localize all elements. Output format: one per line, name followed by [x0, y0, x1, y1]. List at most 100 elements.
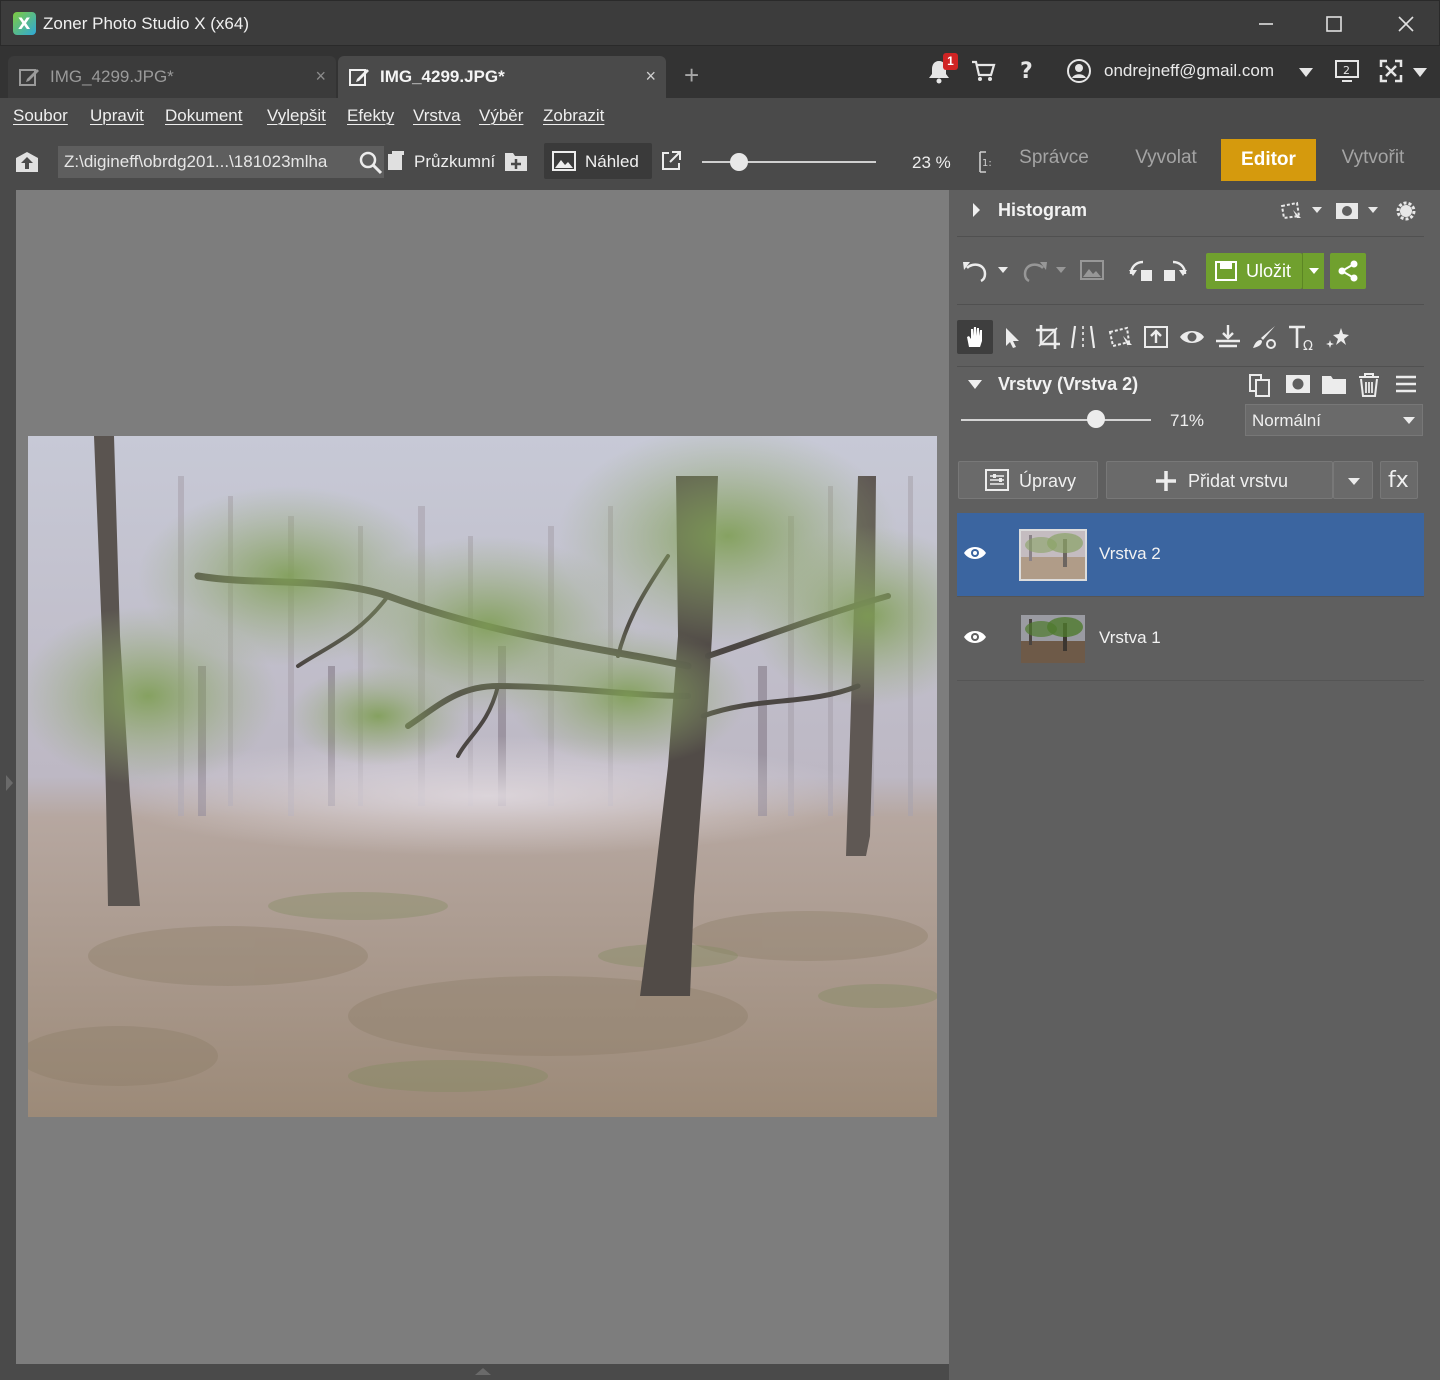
- menu-icon[interactable]: [1395, 374, 1417, 394]
- chevron-down-icon[interactable]: [997, 266, 1009, 274]
- save-label: Uložit: [1246, 261, 1292, 281]
- monitor-icon[interactable]: 2: [1334, 58, 1360, 84]
- close-window-button[interactable]: [1371, 1, 1440, 47]
- expand-bottom-icon[interactable]: [474, 1366, 492, 1376]
- user-icon[interactable]: [1066, 58, 1092, 84]
- document-tab[interactable]: IMG_4299.JPG* ×: [8, 56, 336, 98]
- visibility-eye-icon[interactable]: [963, 545, 987, 561]
- rotate-left-icon[interactable]: [1127, 258, 1155, 284]
- search-icon[interactable]: [358, 150, 384, 176]
- export-icon[interactable]: [1143, 324, 1169, 350]
- effects-icon[interactable]: [1325, 326, 1351, 350]
- rotate-right-icon[interactable]: [1161, 258, 1189, 284]
- menu-vylepsit[interactable]: Vylepšit: [267, 106, 326, 126]
- add-folder-icon[interactable]: [504, 150, 528, 172]
- tab-close-icon[interactable]: ×: [315, 66, 326, 87]
- add-layer-label: Přidat vrstvu: [1188, 471, 1289, 491]
- transform-icon[interactable]: [1107, 324, 1135, 350]
- opacity-slider-track[interactable]: [961, 419, 1151, 421]
- effects-fx-button[interactable]: fx: [1380, 461, 1418, 499]
- fx-label: fx: [1388, 468, 1409, 493]
- edited-photo[interactable]: [28, 436, 937, 1117]
- selection-mode-icon[interactable]: [1279, 200, 1303, 222]
- fullscreen-icon[interactable]: [1378, 58, 1404, 84]
- mode-tab-spravce[interactable]: Správce: [1008, 136, 1100, 180]
- mode-tab-editor[interactable]: Editor: [1221, 139, 1316, 181]
- save-button[interactable]: Uložit: [1206, 253, 1302, 289]
- opacity-slider-thumb[interactable]: [1086, 410, 1105, 428]
- save-options-dropdown[interactable]: [1302, 253, 1324, 289]
- path-input[interactable]: [58, 146, 384, 178]
- ratio-label: 1:: [982, 158, 992, 169]
- text-icon[interactable]: Ω: [1287, 324, 1317, 352]
- menu-vyber[interactable]: Výběr: [479, 106, 523, 126]
- toolbar: Průzkumní Náhled 23 % 1: Správce Vyvolat…: [0, 136, 1440, 190]
- layer-mask-icon[interactable]: [1285, 372, 1311, 396]
- menu-zobrazit[interactable]: Zobrazit: [543, 106, 604, 126]
- maximize-button[interactable]: [1299, 1, 1369, 47]
- collapse-layers-icon[interactable]: [967, 378, 983, 390]
- menu-soubor[interactable]: Soubor: [13, 106, 68, 126]
- hand-tool[interactable]: [957, 320, 993, 354]
- open-external-icon[interactable]: [660, 150, 682, 172]
- image-canvas[interactable]: [16, 190, 949, 1364]
- monitor-number: 2: [1343, 64, 1350, 77]
- zoom-value: 23 %: [912, 153, 951, 172]
- mask-icon[interactable]: [1335, 200, 1359, 222]
- expand-histogram-icon[interactable]: [971, 202, 981, 218]
- folder-browse-icon[interactable]: [386, 150, 406, 172]
- expand-left-icon[interactable]: [4, 774, 14, 792]
- mode-tab-vytvorit[interactable]: Vytvořit: [1326, 136, 1420, 180]
- add-layer-button[interactable]: Přidat vrstvu: [1106, 461, 1333, 499]
- zoom-slider-track[interactable]: [702, 161, 876, 163]
- undo-icon[interactable]: [961, 258, 989, 284]
- document-tab-active[interactable]: IMG_4299.JPG* ×: [338, 56, 666, 98]
- new-tab-button[interactable]: +: [684, 60, 699, 91]
- panel-separator: [957, 304, 1424, 305]
- chevron-down-icon: [1056, 267, 1066, 273]
- level-icon[interactable]: [1215, 324, 1241, 350]
- menu-efekty[interactable]: Efekty: [347, 106, 394, 126]
- duplicate-layer-icon[interactable]: [1247, 372, 1273, 398]
- tab-close-icon[interactable]: ×: [645, 66, 656, 87]
- pointer-icon[interactable]: [1001, 326, 1023, 350]
- trash-icon[interactable]: [1357, 372, 1381, 398]
- menu-vrstva[interactable]: Vrstva: [413, 106, 461, 126]
- layer-group-icon[interactable]: [1321, 372, 1347, 396]
- chevron-down-icon[interactable]: [1367, 206, 1379, 214]
- preview-button[interactable]: Náhled: [544, 143, 652, 179]
- histogram-title[interactable]: Histogram: [998, 200, 1087, 221]
- help-icon[interactable]: ?: [1016, 58, 1038, 84]
- menu-upravit[interactable]: Upravit: [90, 106, 144, 126]
- chevron-down-icon[interactable]: [1298, 66, 1314, 78]
- zoom-slider-thumb[interactable]: [730, 153, 748, 171]
- chevron-down-icon[interactable]: [1311, 206, 1323, 214]
- red-eye-icon[interactable]: [1179, 324, 1205, 350]
- app-title: Zoner Photo Studio X (x64): [43, 14, 250, 33]
- crop-icon[interactable]: [1035, 324, 1061, 350]
- settings-gear-icon[interactable]: [1393, 198, 1419, 224]
- add-layer-dropdown[interactable]: [1333, 461, 1373, 499]
- plus-icon: [1156, 471, 1176, 491]
- actual-size-icon[interactable]: 1:: [978, 150, 994, 174]
- share-button[interactable]: [1330, 253, 1366, 289]
- adjustments-button[interactable]: Úpravy: [958, 461, 1098, 499]
- user-email[interactable]: ondrejneff@gmail.com: [1104, 61, 1274, 81]
- explorer-label[interactable]: Průzkumní: [414, 152, 495, 172]
- visibility-eye-icon[interactable]: [963, 629, 987, 645]
- minimize-button[interactable]: [1231, 1, 1301, 47]
- blend-mode-select[interactable]: Normální: [1245, 404, 1423, 436]
- layer-row-vrstva-1[interactable]: Vrstva 1: [957, 597, 1424, 681]
- preview-label: Náhled: [585, 152, 639, 171]
- blend-mode-value: Normální: [1252, 411, 1321, 430]
- adjustments-label: Úpravy: [1019, 471, 1077, 491]
- cart-icon[interactable]: [970, 58, 996, 84]
- chevron-down-icon[interactable]: [1412, 66, 1428, 78]
- layer-row-vrstva-2[interactable]: Vrstva 2: [957, 513, 1424, 597]
- straighten-icon[interactable]: [1069, 324, 1097, 350]
- brush-icon[interactable]: [1251, 324, 1277, 350]
- folder-up-icon[interactable]: [14, 150, 40, 174]
- layers-title[interactable]: Vrstvy (Vrstva 2): [998, 374, 1138, 395]
- mode-tab-vyvolat[interactable]: Vyvolat: [1120, 136, 1212, 180]
- menu-dokument[interactable]: Dokument: [165, 106, 242, 126]
